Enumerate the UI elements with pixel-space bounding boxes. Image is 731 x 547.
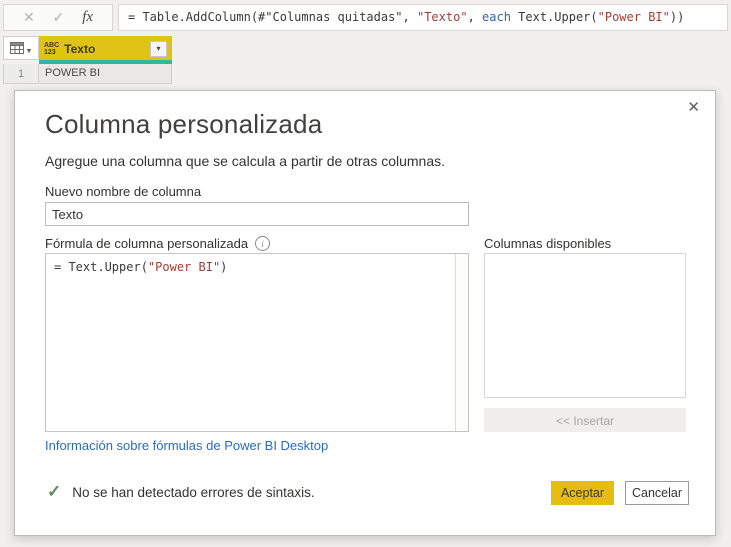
close-icon[interactable]: ✕ (687, 100, 700, 115)
row-number: 1 (3, 64, 39, 84)
formula-editor[interactable]: = Text.Upper("Power BI") (45, 253, 469, 432)
table-menu-button[interactable]: ▼ (3, 36, 39, 60)
text-type-icon: ABC 123 (44, 42, 59, 56)
info-icon[interactable]: i (255, 236, 270, 251)
fx-icon: fx (82, 9, 93, 26)
syntax-status: ✓ No se han detectado errores de sintaxi… (47, 482, 315, 502)
new-column-name-input[interactable] (45, 202, 469, 226)
dialog-subtitle: Agregue una columna que se calcula a par… (45, 153, 445, 169)
preview-grid: ▼ ABC 123 Texto ▾ 1 POWER BI (3, 36, 172, 84)
accept-button[interactable]: Aceptar (551, 481, 614, 505)
available-columns-label: Columnas disponibles (484, 236, 611, 251)
confirm-entry-icon[interactable]: ✓ (53, 9, 65, 26)
column-filter-button[interactable]: ▾ (150, 41, 167, 57)
formula-editor-code[interactable]: = Text.Upper("Power BI") (46, 254, 454, 431)
syntax-status-text: No se han detectado errores de sintaxis. (72, 485, 314, 500)
table-row: 1 POWER BI (3, 64, 172, 84)
column-header-texto[interactable]: ABC 123 Texto ▾ (39, 36, 172, 60)
check-icon: ✓ (47, 482, 61, 502)
formula-bar: ✕ ✓ fx = Table.AddColumn(#"Columnas quit… (3, 4, 728, 31)
custom-formula-label: Fórmula de columna personalizada i (45, 236, 270, 251)
formula-help-link[interactable]: Información sobre fórmulas de Power BI D… (45, 438, 328, 453)
column-title: Texto (64, 42, 95, 56)
new-column-name-label: Nuevo nombre de columna (45, 184, 201, 199)
table-icon (10, 42, 24, 54)
cell-texto[interactable]: POWER BI (39, 64, 172, 84)
formula-bar-actions: ✕ ✓ fx (3, 4, 113, 31)
cancel-button[interactable]: Cancelar (625, 481, 689, 505)
chevron-down-icon: ▾ (156, 44, 160, 53)
available-columns-list[interactable] (484, 253, 686, 398)
insert-button[interactable]: << Insertar (484, 408, 686, 432)
custom-column-dialog: ✕ Columna personalizada Agregue una colu… (14, 90, 716, 536)
editor-scrollbar[interactable] (455, 254, 468, 431)
power-query-window: ✕ ✓ fx = Table.AddColumn(#"Columnas quit… (0, 0, 731, 547)
cancel-entry-icon[interactable]: ✕ (23, 9, 35, 26)
dialog-title: Columna personalizada (45, 109, 322, 140)
chevron-down-icon: ▼ (26, 48, 33, 55)
formula-bar-input[interactable]: = Table.AddColumn(#"Columnas quitadas", … (118, 4, 728, 31)
